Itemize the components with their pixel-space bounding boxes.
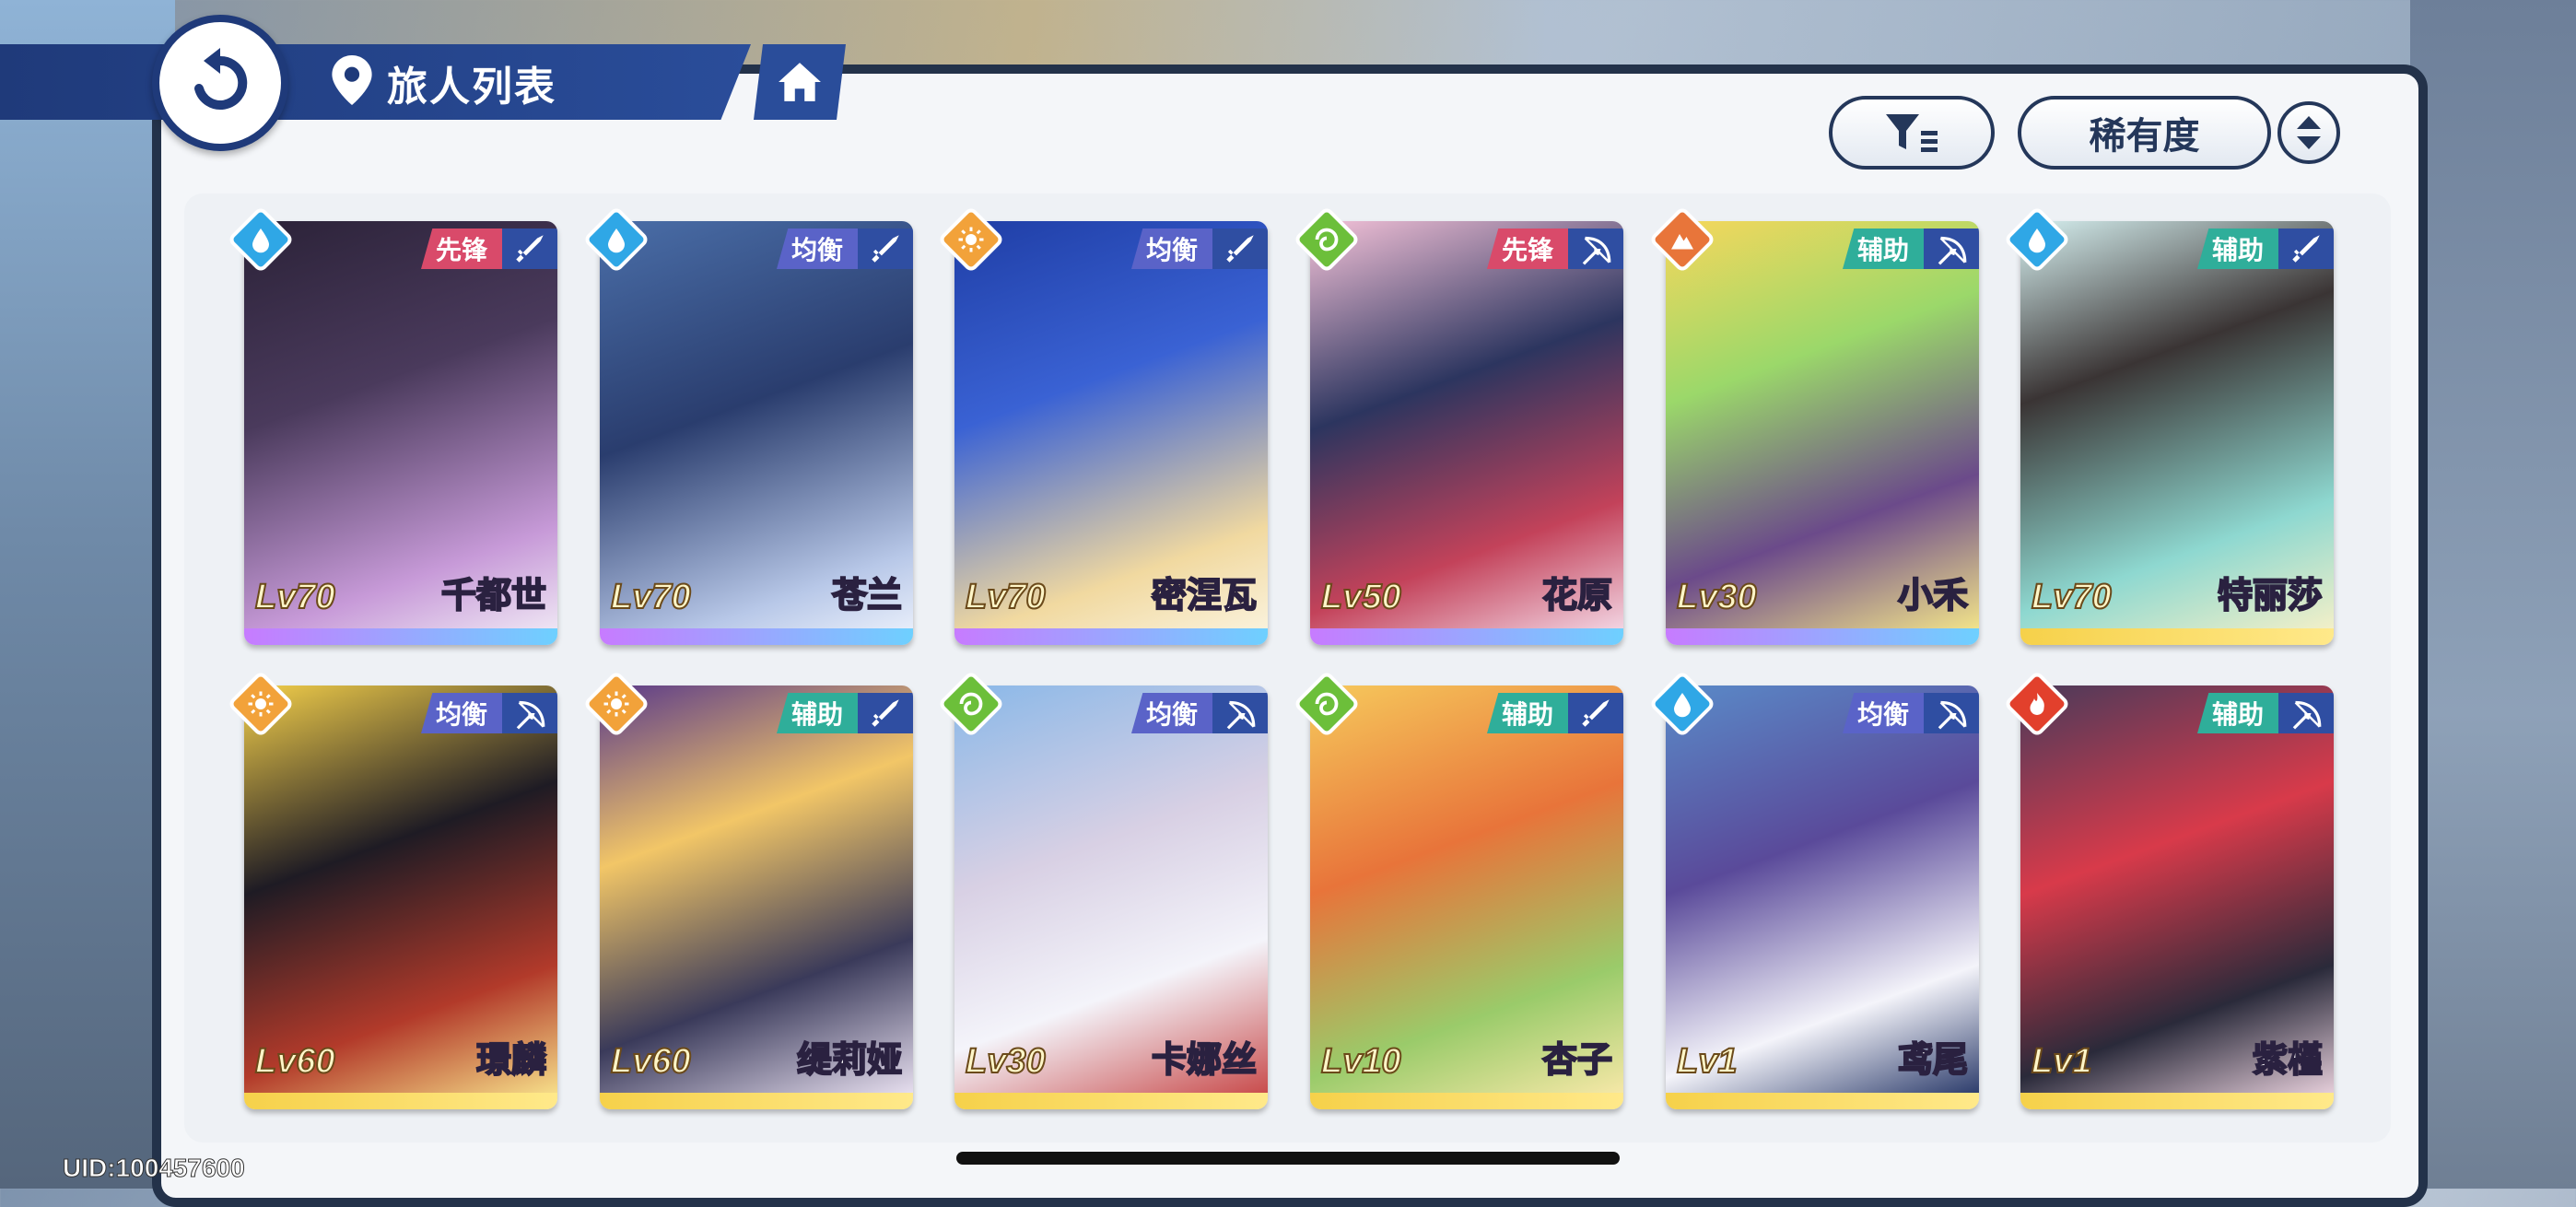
sword-weapon-icon: [858, 693, 913, 733]
page-title: 旅人列表: [387, 64, 556, 110]
sort-order-icon: [2297, 116, 2321, 149]
character-name: 卡娜丝: [1151, 1040, 1258, 1081]
back-arrow-icon: [194, 48, 248, 110]
character-name: 苍兰: [831, 576, 903, 616]
role-badge: 辅助: [1486, 693, 1568, 733]
sword-weapon-icon: [1568, 693, 1623, 733]
role-badge: 先锋: [1486, 229, 1568, 269]
role-badge: 均衡: [1130, 693, 1212, 733]
character-name: 千都世: [440, 576, 547, 616]
bow-weapon-icon: [1924, 693, 1979, 733]
rarity-stripe: [244, 1093, 557, 1109]
rarity-stripe: [1310, 628, 1623, 645]
level-label: Lv50: [1320, 577, 1402, 617]
sort-order-toggle[interactable]: [2277, 101, 2340, 164]
rarity-stripe: [954, 1093, 1268, 1109]
character-name: 杏子: [1541, 1040, 1613, 1081]
character-card[interactable]: 辅助 Lv70 特丽莎: [2020, 221, 2334, 645]
title-bar: [0, 44, 751, 120]
back-button[interactable]: [152, 15, 288, 151]
role-badge: 先锋: [420, 229, 502, 269]
level-label: Lv60: [254, 1041, 336, 1082]
bow-weapon-icon: [1924, 229, 1979, 269]
filter-icon: [1886, 114, 1938, 152]
role-badge: 辅助: [2196, 693, 2278, 733]
rarity-stripe: [1666, 628, 1979, 645]
character-name: 小禾: [1897, 576, 1969, 616]
character-name: 特丽莎: [2217, 576, 2324, 616]
role-badge: 均衡: [420, 693, 502, 733]
character-card[interactable]: 辅助 Lv10 杏子: [1310, 686, 1623, 1109]
rarity-stripe: [600, 1093, 913, 1109]
location-pin-icon: [332, 55, 372, 105]
character-name: 璟麟: [475, 1040, 547, 1081]
uid-label: UID:100457600: [63, 1154, 246, 1183]
character-name: 鸢尾: [1897, 1040, 1969, 1081]
character-card[interactable]: 均衡 Lv1 鸢尾: [1666, 686, 1979, 1109]
level-label: Lv70: [2031, 577, 2113, 617]
rarity-stripe: [954, 628, 1268, 645]
rarity-stripe: [2020, 1093, 2334, 1109]
background-left: [0, 0, 175, 1189]
role-badge: 均衡: [776, 229, 858, 269]
character-name: 花原: [1541, 576, 1613, 616]
level-label: Lv1: [2031, 1041, 2092, 1082]
character-name: 紫槿: [2252, 1040, 2324, 1081]
home-button[interactable]: [754, 44, 846, 120]
role-badge: 辅助: [2196, 229, 2278, 269]
rarity-stripe: [244, 628, 557, 645]
character-card[interactable]: 辅助 Lv30 小禾: [1666, 221, 1979, 645]
character-card[interactable]: 均衡 Lv70 密涅瓦: [954, 221, 1268, 645]
level-label: Lv70: [610, 577, 692, 617]
rarity-stripe: [600, 628, 913, 645]
bow-weapon-icon: [1212, 693, 1268, 733]
level-label: Lv30: [965, 1041, 1047, 1082]
character-name: 密涅瓦: [1151, 576, 1258, 616]
character-name: 缇莉娅: [796, 1040, 903, 1081]
rarity-stripe: [1666, 1093, 1979, 1109]
character-card[interactable]: 辅助 Lv60 缇莉娅: [600, 686, 913, 1109]
character-card[interactable]: 先锋 Lv70 千都世: [244, 221, 557, 645]
level-label: Lv70: [254, 577, 336, 617]
rarity-stripe: [2020, 628, 2334, 645]
level-label: Lv70: [965, 577, 1047, 617]
role-badge: 辅助: [776, 693, 858, 733]
bow-weapon-icon: [2278, 693, 2334, 733]
background-right: [2410, 0, 2576, 1189]
filter-button[interactable]: [1829, 96, 1995, 170]
level-label: Lv30: [1676, 577, 1758, 617]
role-badge: 辅助: [1842, 229, 1924, 269]
role-badge: 均衡: [1130, 229, 1212, 269]
sort-rarity-button[interactable]: 稀有度: [2018, 96, 2271, 170]
sword-weapon-icon: [1212, 229, 1268, 269]
character-card[interactable]: 先锋 Lv50 花原: [1310, 221, 1623, 645]
character-card[interactable]: 均衡 Lv70 苍兰: [600, 221, 913, 645]
sword-weapon-icon: [502, 229, 557, 269]
sword-weapon-icon: [2278, 229, 2334, 269]
level-label: Lv60: [610, 1041, 692, 1082]
level-label: Lv1: [1676, 1041, 1738, 1082]
bow-weapon-icon: [502, 693, 557, 733]
rarity-stripe: [1310, 1093, 1623, 1109]
character-card[interactable]: 辅助 Lv1 紫槿: [2020, 686, 2334, 1109]
sword-weapon-icon: [858, 229, 913, 269]
level-label: Lv10: [1320, 1041, 1402, 1082]
home-indicator[interactable]: [956, 1152, 1620, 1165]
home-icon: [779, 63, 821, 101]
character-card[interactable]: 均衡 Lv30 卡娜丝: [954, 686, 1268, 1109]
bow-weapon-icon: [1568, 229, 1623, 269]
role-badge: 均衡: [1842, 693, 1924, 733]
character-card[interactable]: 均衡 Lv60 璟麟: [244, 686, 557, 1109]
